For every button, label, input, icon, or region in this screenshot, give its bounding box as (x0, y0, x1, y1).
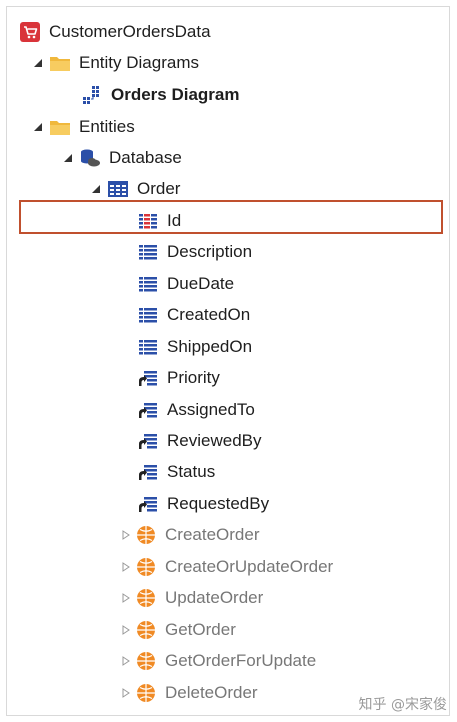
expanded-triangle-icon[interactable] (31, 120, 45, 134)
tree-item-attribute-description[interactable]: Description (133, 237, 457, 267)
tree-item-label: ReviewedBy (167, 431, 262, 450)
tree-item-attribute-status[interactable]: Status (133, 457, 457, 487)
tree-item-attribute-assignedto[interactable]: AssignedTo (133, 395, 457, 425)
folder-icon (49, 116, 71, 138)
entity-action-icon (135, 619, 157, 641)
tree-item-label: Entities (79, 117, 135, 136)
collapsed-triangle-icon[interactable] (119, 623, 133, 637)
watermark-text: 知乎 @宋家俊 (358, 697, 447, 713)
tree-item-label: AssignedTo (167, 400, 255, 419)
tree-item-orders-diagram[interactable]: Orders Diagram (77, 80, 457, 110)
tree-item-label: Priority (167, 368, 220, 387)
tree-item-label: Id (167, 211, 182, 230)
entity-action-icon (135, 556, 157, 578)
folder-icon (49, 52, 71, 74)
expanded-triangle-icon[interactable] (61, 151, 75, 165)
tree-item-action-createorupdateorder[interactable]: CreateOrUpdateOrder (119, 552, 457, 582)
tree-item-attribute-priority[interactable]: Priority (133, 363, 457, 393)
tree-item-label: CreateOrUpdateOrder (165, 557, 334, 576)
expanded-triangle-icon[interactable] (31, 56, 45, 70)
tree-item-label: Status (167, 462, 216, 481)
tree-item-label: GetOrderForUpdate (165, 651, 317, 670)
entity-action-icon (135, 682, 157, 704)
tree-item-entity-diagrams[interactable]: Entity Diagrams (31, 48, 457, 78)
collapsed-triangle-icon[interactable] (119, 654, 133, 668)
tree-item-label: CreateOrder (165, 525, 260, 544)
entity-action-icon (135, 524, 157, 546)
tree-item-label: DeleteOrder (165, 683, 258, 702)
tree-item-action-createorder[interactable]: CreateOrder (119, 520, 457, 550)
collapsed-triangle-icon[interactable] (119, 528, 133, 542)
cart-icon (19, 21, 41, 43)
tree-item-label: CustomerOrdersData (49, 22, 211, 41)
tree-item-entities[interactable]: Entities (31, 112, 457, 142)
reference-attribute-icon (137, 367, 159, 389)
tree-item-label: ShippedOn (167, 337, 253, 356)
tree-item-root[interactable]: CustomerOrdersData (19, 17, 457, 47)
entity-action-icon (135, 650, 157, 672)
solution-tree-panel: CustomerOrdersData Entity Diagrams Order… (6, 6, 450, 716)
tree-item-action-getorderforupdate[interactable]: GetOrderForUpdate (119, 646, 457, 676)
tree-item-label: Database (109, 148, 182, 167)
tree-item-label: CreatedOn (167, 305, 251, 324)
tree-item-attribute-duedate[interactable]: DueDate (133, 269, 457, 299)
reference-attribute-icon (137, 461, 159, 483)
collapsed-triangle-icon[interactable] (119, 560, 133, 574)
tree-item-attribute-createdon[interactable]: CreatedOn (133, 300, 457, 330)
tree-item-label: Entity Diagrams (79, 53, 199, 72)
collapsed-triangle-icon[interactable] (119, 591, 133, 605)
tree-item-attribute-reviewedby[interactable]: ReviewedBy (133, 426, 457, 456)
collapsed-triangle-icon[interactable] (119, 686, 133, 700)
tree-item-label: DueDate (167, 274, 235, 293)
tree-item-label: RequestedBy (167, 494, 270, 513)
reference-attribute-icon (137, 399, 159, 421)
tree-item-label: Description (167, 242, 253, 261)
tree-item-label: GetOrder (165, 620, 236, 639)
tree-item-attribute-shippedon[interactable]: ShippedOn (133, 332, 457, 362)
table-icon (107, 178, 129, 200)
reference-attribute-icon (137, 493, 159, 515)
reference-attribute-icon (137, 430, 159, 452)
tree-item-attribute-requestedby[interactable]: RequestedBy (133, 489, 457, 519)
expanded-triangle-icon[interactable] (89, 182, 103, 196)
tree-item-attribute-id[interactable]: Id (133, 206, 457, 236)
attribute-icon (137, 336, 159, 358)
primary-key-icon (137, 210, 159, 232)
attribute-icon (137, 241, 159, 263)
tree-item-database[interactable]: Database (61, 143, 457, 173)
tree-item-label: UpdateOrder (165, 588, 264, 607)
entity-action-icon (135, 587, 157, 609)
tree-item-label: Order (137, 179, 181, 198)
tree-item-action-getorder[interactable]: GetOrder (119, 615, 457, 645)
attribute-icon (137, 304, 159, 326)
diagram-icon (81, 84, 103, 106)
tree-item-label: Orders Diagram (111, 85, 240, 104)
tree-item-action-updateorder[interactable]: UpdateOrder (119, 583, 457, 613)
database-icon (79, 147, 101, 169)
attribute-icon (137, 273, 159, 295)
